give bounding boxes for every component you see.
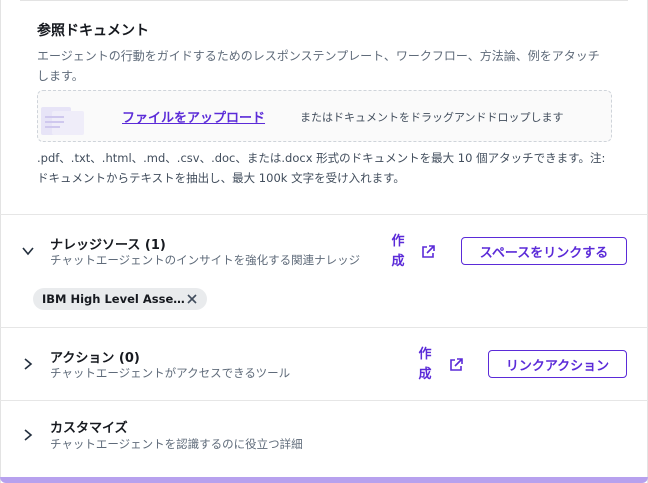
reference-description: エージェントの行動をガイドするためのレスポンステンプレート、ワークフロー、方法論…	[37, 49, 600, 83]
external-link-icon[interactable]	[448, 357, 464, 373]
actions-subtitle: チャットエージェントがアクセスできるツール	[50, 366, 291, 380]
chevron-right-icon[interactable]	[21, 357, 35, 371]
customize-subtitle: チャットエージェントを認識するのに役立つ詳細	[50, 437, 303, 451]
reference-documents-section: 参照ドキュメント エージェントの行動をガイドするためのレスポンステンプレート、ワ…	[37, 18, 612, 142]
upload-file-link[interactable]: ファイルをアップロード	[122, 107, 265, 126]
knowledge-subtitle: チャットエージェントのインサイトを強化する関連ナレッジ	[50, 253, 361, 267]
actions-create-link[interactable]: 作成	[416, 345, 434, 385]
chevron-down-icon[interactable]	[21, 244, 35, 258]
file-dropzone[interactable]: ファイルをアップロード またはドキュメントをドラッグアンドドロップします	[37, 90, 612, 142]
drag-drop-hint: またはドキュメントをドラッグアンドドロップします	[300, 111, 564, 124]
external-link-icon[interactable]	[420, 244, 436, 260]
customize-title: カスタマイズ	[50, 421, 128, 436]
knowledge-sources-section: ナレッジソース (1) チャットエージェントのインサイトを強化する関連ナレッジ …	[0, 214, 648, 327]
actions-section: アクション (0) チャットエージェントがアクセスできるツール 作成 リンクアク…	[0, 327, 648, 400]
close-icon[interactable]	[185, 292, 199, 306]
document-illustration-icon	[41, 107, 84, 135]
knowledge-chip[interactable]: IBM High Level Asse…	[33, 288, 207, 310]
reference-title: 参照ドキュメント	[37, 23, 149, 39]
top-border	[20, 0, 628, 1]
bottom-accent-bar	[0, 477, 648, 483]
actions-title: アクション (0)	[50, 351, 140, 366]
knowledge-create-link[interactable]: 作成	[389, 232, 407, 272]
supported-formats-note: .pdf、.txt、.html、.md、.csv、.doc、または.docx 形…	[37, 151, 606, 185]
link-space-button[interactable]: スペースをリンクする	[461, 237, 627, 265]
chevron-right-icon[interactable]	[21, 428, 35, 442]
link-action-button[interactable]: リンクアクション	[488, 350, 627, 378]
knowledge-title: ナレッジソース (1)	[50, 238, 166, 253]
chip-label: IBM High Level Asse…	[42, 292, 185, 306]
customize-section: カスタマイズ チャットエージェントを認識するのに役立つ詳細	[0, 400, 648, 470]
